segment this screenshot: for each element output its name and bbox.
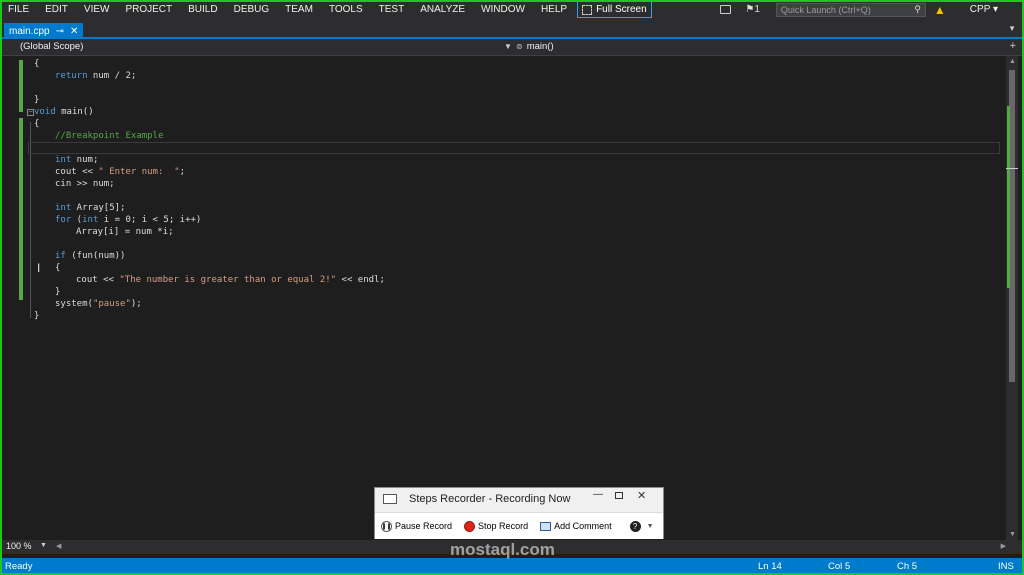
notification-count: 1 (754, 4, 760, 15)
quick-launch-placeholder: Quick Launch (Ctrl+Q) (780, 4, 871, 15)
code-line: } (34, 311, 40, 321)
add-comment-label: Add Comment (554, 521, 612, 531)
menu-tools[interactable]: TOOLS (321, 4, 371, 15)
status-column: Col 5 (828, 561, 851, 572)
scroll-down-icon[interactable]: ▼ (1009, 531, 1016, 538)
vertical-scrollbar[interactable]: ▲ ▼ (1006, 56, 1018, 540)
code-line: { (55, 263, 61, 273)
collapse-icon[interactable]: − (27, 109, 34, 116)
comment-icon (540, 521, 552, 531)
code-line: { (34, 59, 40, 69)
menu-bar: FILE EDIT VIEW PROJECT BUILD DEBUG TEAM … (0, 0, 1024, 19)
scope-dropdown[interactable]: (Global Scope) (20, 41, 83, 52)
status-bar: Ready Ln 14 Col 5 Ch 5 INS (0, 558, 1024, 575)
split-window-icon[interactable]: + (1010, 40, 1016, 52)
close-button[interactable]: ✕ (637, 489, 646, 502)
full-screen-label: Full Screen (596, 4, 647, 15)
title-tools: ⚑1 Quick Launch (Ctrl+Q) ⚲ ▲ CPP ▾ (720, 0, 1024, 19)
code-line: int Array[5]; (55, 203, 126, 213)
code-line: cout << " Enter num: "; (55, 167, 186, 177)
warning-icon[interactable]: ▲ (934, 3, 946, 17)
code-line: } (55, 287, 61, 297)
full-screen-button[interactable]: Full Screen (577, 1, 652, 18)
watermark: mostaql.com (450, 540, 555, 559)
menu-help[interactable]: HELP (533, 4, 575, 15)
status-line: Ln 14 (758, 561, 782, 572)
current-line-highlight (28, 142, 1000, 154)
scroll-up-icon[interactable]: ▲ (1009, 58, 1016, 65)
code-line: system("pause"); (55, 299, 142, 309)
document-tab-strip: main.cpp ⊸ ✕ ▼ (0, 19, 1024, 39)
profile-menu[interactable]: CPP ▾ (970, 4, 998, 15)
status-ready: Ready (5, 561, 33, 572)
stop-record-label: Stop Record (478, 521, 529, 531)
code-comment: //Breakpoint Example (55, 131, 164, 141)
code-line: cin >> num; (55, 179, 115, 189)
full-screen-icon (582, 4, 593, 15)
quick-launch-input[interactable]: Quick Launch (Ctrl+Q) ⚲ (775, 2, 926, 17)
caret-position-marker (1006, 168, 1018, 169)
zoom-level[interactable]: 100 % (6, 541, 32, 551)
pause-record-label: Pause Record (395, 521, 453, 531)
menu-test[interactable]: TEST (371, 4, 413, 15)
stop-icon (464, 520, 476, 532)
scroll-right-icon[interactable]: ▶ (1001, 542, 1006, 550)
code-line: Array[i] = num *i; (76, 227, 174, 237)
text-cursor-icon: I (37, 261, 41, 275)
zoom-dropdown-icon[interactable]: ▼ (40, 542, 47, 549)
code-line: return num / 2; (55, 71, 137, 81)
scroll-left-icon[interactable]: ◀ (56, 542, 61, 550)
code-line: for (int i = 0; i < 5; i++) (55, 215, 202, 225)
menu-file[interactable]: FILE (0, 4, 37, 15)
menu-debug[interactable]: DEBUG (226, 4, 278, 15)
menu-team[interactable]: TEAM (277, 4, 321, 15)
change-marker (19, 60, 23, 112)
code-line: } (34, 95, 40, 105)
status-char: Ch 5 (897, 561, 918, 572)
code-line: int num; (55, 155, 99, 165)
status-insert-mode: INS (998, 561, 1014, 572)
add-comment-button[interactable]: Add Comment (540, 521, 612, 531)
search-icon: ⚲ (914, 4, 921, 14)
steps-recorder-icon (383, 494, 397, 504)
steps-recorder-window[interactable]: Steps Recorder - Recording Now — ✕ ❚❚ Pa… (374, 487, 664, 539)
pause-icon: ❚❚ (381, 520, 392, 532)
menu-edit[interactable]: EDIT (37, 4, 76, 15)
recorder-title: Steps Recorder - Recording Now (409, 493, 571, 505)
maximize-button[interactable] (615, 492, 623, 499)
tab-label: main.cpp (9, 25, 50, 37)
code-line: void main() (34, 107, 94, 117)
tab-list-dropdown-icon[interactable]: ▼ (1008, 24, 1016, 33)
member-label: main() (526, 41, 554, 52)
close-icon[interactable]: ✕ (70, 26, 78, 37)
stop-record-button[interactable]: Stop Record (464, 520, 529, 532)
code-line: if (fun(num)) (55, 251, 126, 261)
feedback-icon[interactable] (720, 5, 732, 14)
menu-window[interactable]: WINDOW (473, 4, 533, 15)
pause-record-button[interactable]: ❚❚ Pause Record (381, 520, 453, 532)
minimize-button[interactable]: — (593, 489, 603, 500)
notifications-flag[interactable]: ⚑1 (745, 4, 760, 15)
help-dropdown-icon[interactable]: ▼ (647, 523, 654, 530)
code-line: { (34, 119, 40, 129)
member-dropdown[interactable]: ⊚ main() (516, 41, 554, 52)
scope-dropdown-arrow-icon[interactable]: ▼ (504, 42, 512, 51)
menu-view[interactable]: VIEW (76, 4, 118, 15)
change-overview-marker (1007, 106, 1010, 288)
menu-project[interactable]: PROJECT (117, 4, 180, 15)
navigation-bar: (Global Scope) ▼ ⊚ main() + (0, 39, 1024, 56)
menu-build[interactable]: BUILD (180, 4, 225, 15)
change-marker (19, 118, 23, 300)
code-editor[interactable]: − { return num / 2; } void main() { //Br… (0, 56, 1006, 540)
pin-icon[interactable]: ⊸ (56, 26, 64, 37)
function-icon: ⊚ (516, 42, 523, 51)
help-icon[interactable]: ? (629, 520, 641, 532)
recorder-toolbar: ❚❚ Pause Record Stop Record Add Comment … (375, 512, 663, 539)
code-line: cout << "The number is greater than or e… (76, 275, 385, 285)
menu-analyze[interactable]: ANALYZE (412, 4, 473, 15)
tab-main-cpp[interactable]: main.cpp ⊸ ✕ (4, 23, 84, 39)
